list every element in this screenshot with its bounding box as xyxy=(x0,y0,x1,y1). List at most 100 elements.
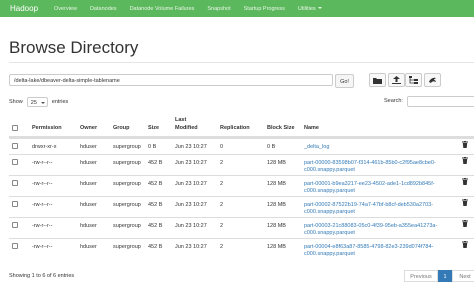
row-name-link[interactable]: part-00003-21c88083-05c0-4f39-95eb-a355e… xyxy=(304,223,437,236)
column-block-size[interactable]: Block Size xyxy=(267,124,295,132)
table-row[interactable]: -rw-r--r-- hduser supergroup 452 B Jun 23 10… xyxy=(9,196,474,217)
nav-startup-progress[interactable]: Startup Progress xyxy=(244,6,285,12)
directory-path-input[interactable]: /delta-lake/dbeaver-delta-simple-tablena… xyxy=(9,74,333,86)
row-replication: 0 xyxy=(220,144,224,150)
row-permission: -rw-r--r-- xyxy=(32,202,53,208)
column-permission[interactable]: Permission xyxy=(32,124,62,132)
row-checkbox[interactable] xyxy=(12,243,18,249)
row-permission: drwxr-xr-x xyxy=(32,144,57,150)
entries-select[interactable]: 25 xyxy=(26,97,48,107)
row-name-line: c000.snappy.parquet xyxy=(304,166,355,173)
row-name-link[interactable]: part-00002-87522b19-74a7-47bf-b8cf-deb53… xyxy=(304,202,433,215)
row-checkbox[interactable] xyxy=(12,201,18,207)
trash-icon[interactable] xyxy=(462,157,468,164)
nav-utilities-dropdown[interactable]: Utilities xyxy=(298,6,322,12)
divider xyxy=(9,62,474,63)
previous-page-button[interactable]: Previous xyxy=(404,270,438,282)
go-button[interactable]: Go! xyxy=(335,74,354,88)
row-size: 452 B xyxy=(148,202,163,208)
table-row[interactable]: -rw-r--r-- hduser supergroup 452 B Jun 23 10… xyxy=(9,238,474,259)
row-replication: 2 xyxy=(220,244,224,250)
nav-snapshot[interactable]: Snapshot xyxy=(207,6,230,12)
row-name-line: c000.snappy.parquet xyxy=(304,208,355,215)
trash-icon[interactable] xyxy=(462,199,468,206)
row-name-line: c000.snappy.parquet xyxy=(304,250,355,257)
column-group[interactable]: Group xyxy=(113,124,130,132)
table-header: Permission Owner Group Size Last Modifie… xyxy=(9,110,474,138)
nav-overview[interactable]: Overview xyxy=(54,6,77,12)
trash-icon[interactable] xyxy=(462,141,468,148)
row-permission: -rw-r--r-- xyxy=(32,223,53,229)
row-group: supergroup xyxy=(113,244,141,250)
row-name-line: part-00004-e8f63a87-8585-4798-82e3-239d0… xyxy=(304,244,434,250)
table-row[interactable]: -rw-r--r-- hduser supergroup 452 B Jun 23 10… xyxy=(9,175,474,196)
folder-tree-icon xyxy=(409,76,418,84)
row-name-link[interactable]: part-00001-b9ea3217-ee23-4502-ade1-1cd89… xyxy=(304,181,435,194)
nav-datanode-volume-failures[interactable]: Datanode Volume Failures xyxy=(130,6,195,12)
top-navbar: Hadoop Overview Datanodes Datanode Volum… xyxy=(0,0,474,17)
table-row[interactable]: -rw-r--r-- hduser supergroup 452 B Jun 23 10… xyxy=(9,217,474,238)
table-row[interactable]: drwxr-xr-x hduser supergroup 0 B Jun 23 10:2… xyxy=(9,138,474,154)
row-block-size: 0 B xyxy=(267,144,276,150)
row-name-link[interactable]: _delta_log xyxy=(304,144,329,151)
page-length-control: Show 25 entries xyxy=(9,97,68,107)
row-last-modified: Jun 23 10:27 xyxy=(175,202,207,208)
row-name-link[interactable]: part-00004-e8f63a87-8585-4798-82e3-239d0… xyxy=(304,244,433,257)
table-row[interactable]: -rw-r--r-- hduser supergroup 452 B Jun 23 10… xyxy=(9,154,474,175)
row-size: 452 B xyxy=(148,181,163,187)
brand-logo[interactable]: Hadoop xyxy=(10,4,38,13)
row-group: supergroup xyxy=(113,160,141,166)
trash-icon[interactable] xyxy=(462,220,468,227)
table-body: drwxr-xr-x hduser supergroup 0 B Jun 23 10:2… xyxy=(9,138,474,259)
upload-button[interactable] xyxy=(388,73,405,87)
search-input[interactable] xyxy=(407,96,474,107)
next-page-button[interactable]: Next xyxy=(452,270,474,282)
row-name-line: part-00003-21c88083-05c0-4f39-95eb-a355e… xyxy=(304,223,438,229)
column-last-modified[interactable]: Last Modified xyxy=(175,116,205,132)
row-block-size: 128 MB xyxy=(267,160,286,166)
row-checkbox[interactable] xyxy=(12,222,18,228)
page-1-button[interactable]: 1 xyxy=(438,270,452,282)
row-name-line: part-00000-83598b07-f314-461b-85b0-c2f95… xyxy=(304,160,436,166)
column-name[interactable]: Name xyxy=(304,124,319,132)
trash-icon[interactable] xyxy=(462,241,468,248)
row-size: 0 B xyxy=(148,144,157,150)
row-size: 452 B xyxy=(148,244,163,250)
dolphin-icon xyxy=(429,77,436,83)
row-name-line: part-00002-87522b19-74a7-47bf-b8cf-deb53… xyxy=(304,202,434,208)
row-owner: hduser xyxy=(80,244,97,250)
row-permission: -rw-r--r-- xyxy=(32,160,53,166)
column-size[interactable]: Size xyxy=(148,124,168,132)
row-checkbox[interactable] xyxy=(12,143,18,149)
row-name-link[interactable]: part-00000-83598b07-f314-461b-85b0-c2f95… xyxy=(304,160,436,173)
nav-datanodes[interactable]: Datanodes xyxy=(90,6,117,12)
column-replication[interactable]: Replication xyxy=(220,124,250,132)
row-permission: -rw-r--r-- xyxy=(32,244,53,250)
row-name-line: c000.snappy.parquet xyxy=(304,229,355,236)
row-owner: hduser xyxy=(80,144,97,150)
row-name-line: part-00001-b9ea3217-ee23-4502-ade1-1cd89… xyxy=(304,181,435,187)
select-all-checkbox[interactable] xyxy=(12,125,18,131)
row-name-line: c000.snappy.parquet xyxy=(304,187,355,194)
column-owner[interactable]: Owner xyxy=(80,124,97,132)
cut-paste-button[interactable] xyxy=(405,73,422,87)
row-replication: 2 xyxy=(220,160,224,166)
row-last-modified: Jun 23 10:27 xyxy=(175,144,207,150)
search-label: Search: xyxy=(384,98,403,104)
trash-icon[interactable] xyxy=(462,178,468,185)
entries-label: entries xyxy=(51,99,69,105)
row-owner: hduser xyxy=(80,223,97,229)
row-block-size: 128 MB xyxy=(267,223,286,229)
row-name-line: _delta_log xyxy=(304,144,330,150)
create-directory-button[interactable] xyxy=(369,73,386,87)
chevron-down-icon xyxy=(40,102,45,104)
row-checkbox[interactable] xyxy=(12,159,18,165)
dolphin-button[interactable] xyxy=(424,73,441,87)
show-label: Show xyxy=(9,99,23,105)
row-last-modified: Jun 23 10:27 xyxy=(175,181,207,187)
row-checkbox[interactable] xyxy=(12,180,18,186)
table-info: Showing 1 to 6 of 6 entries xyxy=(9,273,75,279)
row-block-size: 128 MB xyxy=(267,202,286,208)
upload-icon xyxy=(392,76,401,84)
row-block-size: 128 MB xyxy=(267,244,286,250)
